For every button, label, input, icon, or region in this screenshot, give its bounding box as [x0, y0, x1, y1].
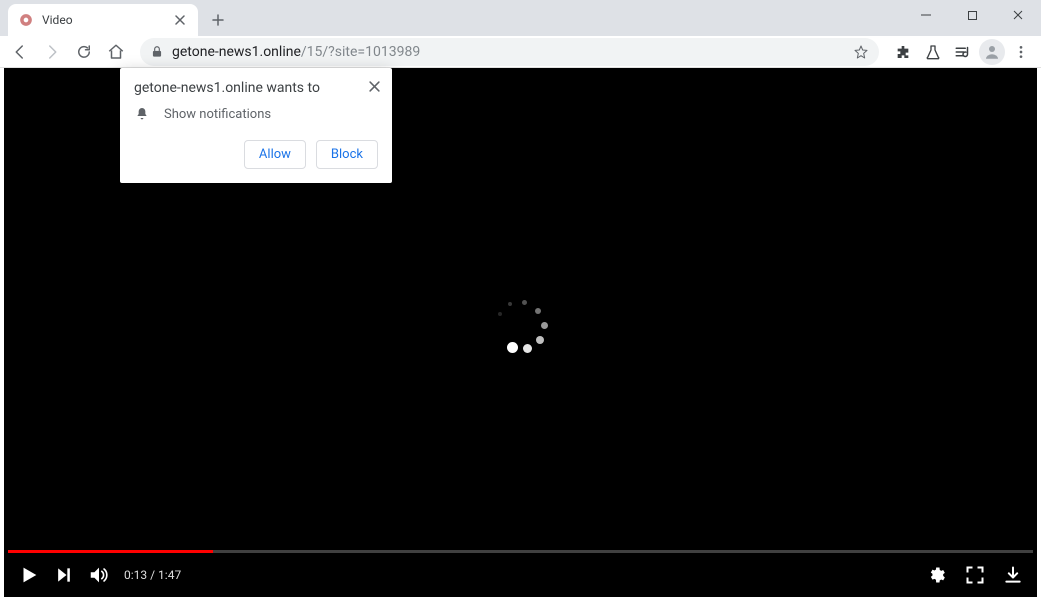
video-controls-bar: 0:13 / 1:47: [4, 553, 1037, 597]
browser-toolbar: getone-news1.online/15/?site=1013989: [0, 36, 1041, 68]
bookmark-star-icon[interactable]: [853, 44, 869, 60]
nav-forward-button[interactable]: [38, 38, 66, 66]
window-controls: [903, 0, 1041, 36]
new-tab-button[interactable]: [204, 6, 232, 34]
extensions-icon[interactable]: [889, 38, 917, 66]
url-text: getone-news1.online/15/?site=1013989: [172, 44, 420, 60]
window-close-button[interactable]: [995, 0, 1041, 30]
download-button[interactable]: [1003, 565, 1023, 585]
play-button[interactable]: [18, 564, 40, 586]
tab-close-icon[interactable]: [172, 12, 188, 28]
window-maximize-button[interactable]: [949, 0, 995, 30]
notification-permission-popup: getone-news1.online wants to Show notifi…: [120, 68, 392, 183]
video-time-display: 0:13 / 1:47: [124, 568, 181, 582]
browser-tab[interactable]: Video: [8, 4, 198, 36]
menu-icon[interactable]: [1007, 38, 1035, 66]
loading-spinner-icon: [491, 294, 551, 354]
media-icon[interactable]: [949, 38, 977, 66]
block-button[interactable]: Block: [316, 140, 378, 169]
browser-titlebar: Video: [0, 0, 1041, 36]
fullscreen-button[interactable]: [965, 565, 985, 585]
nav-back-button[interactable]: [6, 38, 34, 66]
lock-icon: [150, 45, 164, 59]
profile-avatar-icon[interactable]: [979, 39, 1005, 65]
permission-notify-label: Show notifications: [164, 107, 271, 122]
settings-button[interactable]: [927, 565, 947, 585]
popup-close-icon[interactable]: [364, 76, 384, 96]
window-minimize-button[interactable]: [903, 0, 949, 30]
allow-button[interactable]: Allow: [244, 140, 306, 169]
address-bar[interactable]: getone-news1.online/15/?site=1013989: [140, 38, 879, 66]
nav-reload-button[interactable]: [70, 38, 98, 66]
bell-icon: [134, 106, 150, 122]
volume-button[interactable]: [88, 564, 110, 586]
labs-icon[interactable]: [919, 38, 947, 66]
permission-origin-text: getone-news1.online wants to: [134, 80, 378, 96]
toolbar-right-icons: [889, 38, 1035, 66]
tab-title: Video: [42, 13, 164, 27]
tab-favicon: [18, 12, 34, 28]
nav-home-button[interactable]: [102, 38, 130, 66]
next-button[interactable]: [54, 565, 74, 585]
